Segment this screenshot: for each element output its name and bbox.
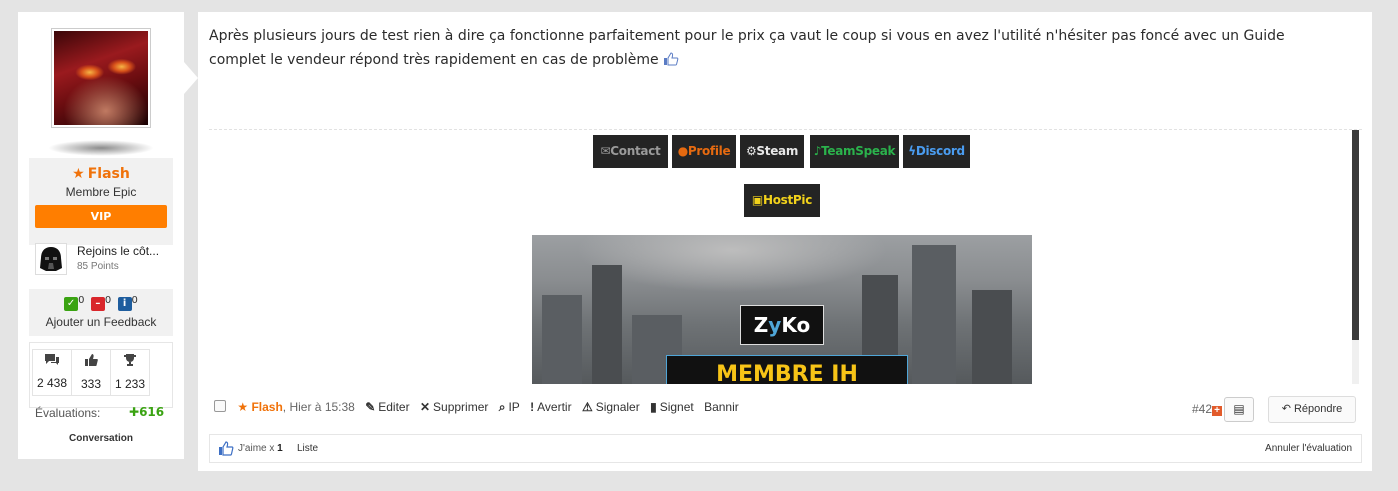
- document-button[interactable]: ▤: [1224, 397, 1254, 422]
- contact-button[interactable]: ✉Contact: [593, 135, 668, 168]
- thumbs-up-emoji-icon: [663, 50, 679, 66]
- add-feedback-link[interactable]: Ajouter un Feedback: [29, 315, 173, 329]
- check-icon: ✓: [64, 297, 79, 311]
- trophy-icon: [111, 353, 149, 371]
- comments-icon: [33, 353, 71, 370]
- teamspeak-button[interactable]: ♪TeamSpeak: [810, 135, 899, 168]
- envelope-icon: ✉: [600, 144, 611, 158]
- plus-square-icon: +: [1212, 406, 1223, 416]
- like-thumbs-up-icon: [218, 441, 234, 456]
- star-icon: ★: [72, 166, 85, 182]
- minus-icon: –: [90, 297, 105, 311]
- panel-arrow: [184, 62, 198, 94]
- rank-points: 85 Points: [77, 261, 119, 272]
- stat-trophies[interactable]: 1 233: [110, 349, 150, 396]
- user-stats: 2 438 333 1 233: [29, 342, 173, 408]
- ip-link[interactable]: ⌕ IP: [499, 400, 520, 414]
- signature-scroll-track: [1352, 340, 1359, 384]
- reply-icon: ↶: [1281, 403, 1291, 415]
- thumbs-up-icon: [72, 353, 110, 371]
- post-number[interactable]: #42 +: [1192, 402, 1223, 416]
- avatar[interactable]: [51, 28, 151, 128]
- post-body: Après plusieurs jours de test rien à dir…: [198, 12, 1372, 471]
- search-icon: ⌕: [498, 400, 506, 414]
- bookmark-icon: ▮: [650, 400, 657, 414]
- feedback-negative: 0: [104, 295, 112, 306]
- cancel-evaluation-link[interactable]: Annuler l'évaluation: [1265, 443, 1352, 454]
- feedback-counts: ✓ 0 –0 i0: [29, 295, 173, 311]
- stat-trophies-value: 1 233: [114, 377, 146, 391]
- post-message: Après plusieurs jours de test rien à dir…: [209, 28, 1285, 68]
- user-rank[interactable]: Rejoins le côt... 85 Points: [29, 239, 173, 279]
- steam-button[interactable]: ⚙Steam: [740, 135, 804, 168]
- username-box: ★ Flash Membre Epic VIP: [29, 158, 173, 245]
- avatar-shadow: [48, 140, 154, 156]
- pencil-icon: ✎: [365, 400, 376, 414]
- delete-link[interactable]: ✕ Supprimer: [420, 400, 488, 414]
- post-actions: ★ Flash, Hier à 15:38 ✎ Editer ✕ Supprimer…: [214, 400, 746, 420]
- edit-link[interactable]: ✎ Editer: [365, 400, 409, 414]
- username[interactable]: ★ Flash: [29, 166, 173, 182]
- stat-likes-value: 333: [80, 377, 102, 391]
- avatar-image: [54, 31, 148, 125]
- evaluations-label: Évaluations:: [35, 406, 101, 420]
- signature-banner: ZyKo MEMBRE IH: [532, 235, 1032, 384]
- banner-title: MEMBRE IH: [666, 355, 908, 384]
- report-link[interactable]: ⚠ Signaler: [582, 400, 640, 414]
- hostpic-button[interactable]: ▣HostPic: [744, 184, 820, 217]
- times-icon: ✕: [419, 400, 431, 414]
- like-list-link[interactable]: Liste: [297, 443, 318, 454]
- file-icon: ▤: [1233, 402, 1245, 416]
- author-link[interactable]: ★ Flash, Hier à 15:38: [237, 400, 355, 414]
- rank-label: Rejoins le côt...: [77, 244, 160, 258]
- bolt-icon: ϟ: [908, 144, 916, 158]
- zyko-logo: ZyKo: [740, 305, 824, 345]
- warning-icon: ⚠: [581, 400, 593, 414]
- info-icon: i: [117, 297, 132, 311]
- discord-button[interactable]: ϟDiscord: [903, 135, 970, 168]
- user-title: Membre Epic: [65, 185, 137, 199]
- feedback-neutral: 0: [131, 295, 138, 306]
- select-checkbox[interactable]: [214, 400, 226, 412]
- signature: ✉Contact ●Profile ⚙Steam ♪TeamSpeak ϟDis…: [209, 130, 1359, 384]
- stat-likes[interactable]: 333: [71, 349, 111, 396]
- profile-button[interactable]: ●Profile: [672, 135, 736, 168]
- darth-vader-icon: [35, 243, 67, 275]
- stat-messages-value: 2 438: [36, 376, 68, 390]
- warn-link[interactable]: ! Avertir: [530, 400, 571, 414]
- exclamation-icon: !: [530, 400, 535, 414]
- reply-button[interactable]: ↶ Répondre: [1268, 396, 1356, 423]
- bookmark-link[interactable]: ▮ Signet: [650, 400, 694, 414]
- star-icon: ★: [237, 400, 249, 414]
- steam-icon: ⚙: [745, 144, 757, 158]
- like-count[interactable]: J'aime x 1: [238, 443, 283, 454]
- plus-icon: ✚: [129, 405, 140, 419]
- feedback-box: ✓ 0 –0 i0 Ajouter un Feedback: [29, 289, 173, 336]
- post-time: Hier à 15:38: [289, 400, 355, 414]
- conversation-link[interactable]: Conversation: [18, 433, 184, 444]
- evaluations-value: ✚616: [129, 405, 165, 419]
- vip-badge: VIP: [35, 205, 167, 228]
- user-panel: ★ Flash Membre Epic VIP Rejoins le côt...…: [18, 12, 184, 459]
- likes-bar: J'aime x 1 Liste Annuler l'évaluation: [209, 434, 1362, 463]
- signature-scrollbar[interactable]: [1352, 130, 1359, 340]
- feedback-positive: 0: [78, 295, 85, 306]
- stat-messages[interactable]: 2 438: [32, 349, 72, 396]
- ban-link[interactable]: Bannir: [704, 400, 739, 414]
- image-icon: ▣: [751, 193, 763, 207]
- user-icon: ●: [677, 144, 688, 158]
